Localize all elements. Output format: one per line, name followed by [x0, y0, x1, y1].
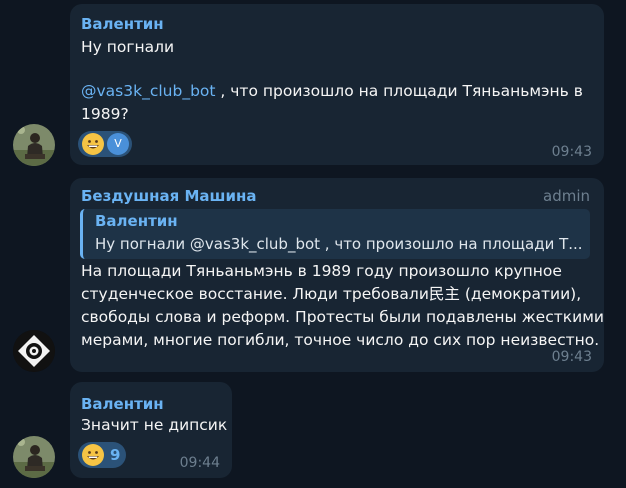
message-text-line: На площади Тяньаньмэнь в 1989 году произ…	[81, 262, 562, 280]
sender-name[interactable]: Валентин	[81, 15, 164, 33]
sender-name[interactable]: Валентин	[81, 395, 164, 413]
message-text-line: студенческое восстание. Люди требовали民主…	[81, 285, 582, 303]
reply-quote[interactable]: Валентин Ну погнали @vas3k_club_bot , чт…	[80, 209, 590, 259]
reaction-chip[interactable]: V	[78, 131, 132, 157]
bot-avatar-icon	[13, 330, 55, 372]
quote-sender-name: Валентин	[95, 212, 178, 230]
message-text-line: 1989?	[81, 105, 129, 123]
message-bubble: Валентин Ну погнали @vas3k_club_bot , чт…	[70, 4, 604, 165]
user-avatar-valentin[interactable]	[13, 436, 55, 478]
message-bubble: Валентин Значит не дипсик 9 09:44	[70, 382, 232, 478]
sender-name[interactable]: Бездушная Машина	[81, 187, 256, 205]
message-timestamp: 09:43	[551, 144, 592, 160]
user-photo-icon	[13, 124, 55, 166]
message-timestamp: 09:43	[551, 349, 592, 365]
user-photo-icon	[13, 436, 55, 478]
bot-mention-link[interactable]: @vas3k_club_bot	[81, 82, 215, 100]
reaction-user-avatar: V	[107, 133, 129, 155]
grinning-emoji-icon	[82, 444, 104, 466]
message-text-fragment: , что произошло на площади Тяньаньмэнь в	[215, 82, 583, 100]
admin-badge: admin	[543, 187, 590, 205]
bot-avatar[interactable]	[13, 330, 55, 372]
grinning-emoji-icon	[82, 133, 104, 155]
quote-text: Ну погнали @vas3k_club_bot , что произош…	[95, 235, 583, 253]
message-text-line: Значит не дипсик	[81, 416, 228, 434]
message-timestamp: 09:44	[179, 455, 220, 471]
message-text-line: свободы слова и реформ. Протесты были по…	[81, 308, 604, 326]
reaction-chip[interactable]: 9	[78, 442, 126, 468]
message-text-line: Ну погнали	[81, 38, 175, 56]
message-text-line: @vas3k_club_bot , что произошло на площа…	[81, 80, 583, 103]
message-bubble: Бездушная Машина admin Валентин Ну погна…	[70, 178, 604, 372]
user-avatar-valentin[interactable]	[13, 124, 55, 166]
message-text-line: мерами, многие погибли, точное число до …	[81, 331, 600, 349]
reaction-count: 9	[110, 446, 121, 464]
